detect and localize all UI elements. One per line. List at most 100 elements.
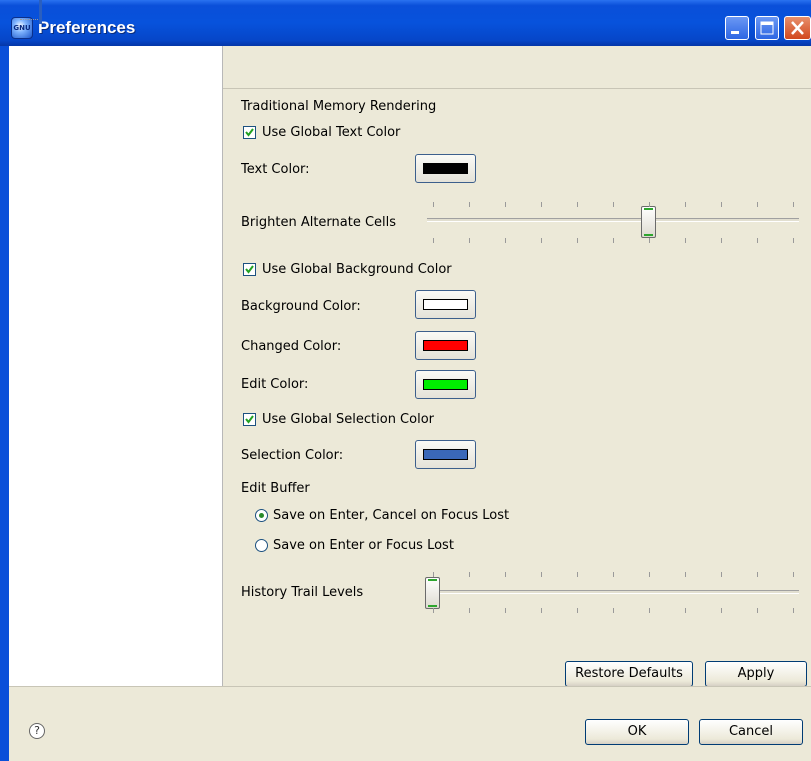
- ok-button[interactable]: OK: [585, 719, 689, 745]
- tree-connector: [20, 19, 40, 20]
- changed-color-label: Changed Color:: [241, 339, 342, 354]
- brighten-alternate-cells-tick: [721, 202, 722, 207]
- maximize-button[interactable]: [755, 16, 779, 40]
- use-global-background-color-checkbox[interactable]: [243, 263, 256, 276]
- history-trail-levels-tick: [613, 572, 614, 577]
- history-trail-levels-tick: [793, 572, 794, 577]
- history-trail-levels-tick: [433, 572, 434, 577]
- history-trail-levels-tick: [505, 572, 506, 577]
- history-trail-levels-tick: [541, 608, 542, 613]
- use-global-text-color-checkbox[interactable]: [243, 126, 256, 139]
- edit-buffer-radio-save-enter-cancel-focus[interactable]: [255, 509, 268, 522]
- edit-buffer-option-2-label: Save on Enter or Focus Lost: [273, 538, 454, 553]
- edit-buffer-radio-save-enter-or-focus[interactable]: [255, 539, 268, 552]
- history-trail-levels-tick: [649, 608, 650, 613]
- use-global-selection-color-label: Use Global Selection Color: [262, 412, 435, 427]
- history-trail-levels-tick: [757, 608, 758, 613]
- minimize-button[interactable]: [725, 16, 749, 40]
- text-color-swatch: [423, 163, 468, 174]
- brighten-alternate-cells-tick: [505, 202, 506, 207]
- window-title: Preferences: [38, 18, 136, 37]
- brighten-alternate-cells-label: Brighten Alternate Cells: [241, 215, 397, 230]
- history-trail-levels-tick: [685, 608, 686, 613]
- page-header: [223, 46, 811, 89]
- edit-color-button[interactable]: [415, 370, 476, 399]
- preference-page: [223, 46, 811, 738]
- use-global-background-color-label: Use Global Background Color: [262, 262, 452, 277]
- history-trail-levels-tick: [793, 608, 794, 613]
- history-trail-levels-tick: [685, 572, 686, 577]
- selection-color-button[interactable]: [415, 440, 476, 469]
- brighten-alternate-cells-tick: [469, 202, 470, 207]
- brighten-alternate-cells-tick: [793, 202, 794, 207]
- maximize-icon: [760, 21, 774, 35]
- brighten-alternate-cells-tick: [649, 202, 650, 207]
- edit-buffer-label: Edit Buffer: [241, 481, 310, 496]
- history-trail-levels-tick: [757, 572, 758, 577]
- text-color-label: Text Color:: [241, 162, 310, 177]
- brighten-alternate-cells-tick: [433, 238, 434, 243]
- checkmark-icon: [245, 128, 254, 137]
- close-button[interactable]: [784, 16, 811, 40]
- history-trail-levels-slider-track[interactable]: [427, 590, 799, 594]
- use-global-text-color-label: Use Global Text Color: [262, 125, 401, 140]
- brighten-alternate-cells-slider-track[interactable]: [427, 218, 799, 222]
- history-trail-levels-tick: [433, 608, 434, 613]
- brighten-alternate-cells-tick: [541, 202, 542, 207]
- app-icon: GNU: [11, 17, 33, 39]
- restore-defaults-button[interactable]: Restore Defaults: [565, 661, 693, 687]
- edit-color-label: Edit Color:: [241, 377, 309, 392]
- brighten-alternate-cells-tick: [613, 238, 614, 243]
- background-color-button[interactable]: [415, 290, 476, 319]
- brighten-alternate-cells-tick: [541, 238, 542, 243]
- apply-button[interactable]: Apply: [705, 661, 807, 687]
- brighten-alternate-cells-tick: [685, 202, 686, 207]
- tree-selection-cursor: [39, 0, 42, 24]
- history-trail-levels-tick: [541, 572, 542, 577]
- history-trail-levels-label: History Trail Levels: [241, 585, 364, 600]
- brighten-alternate-cells-slider-thumb[interactable]: [641, 206, 656, 238]
- history-trail-levels-tick: [649, 572, 650, 577]
- history-trail-levels-tick: [613, 608, 614, 613]
- history-trail-levels-tick: [469, 572, 470, 577]
- background-color-swatch: [423, 299, 468, 310]
- history-trail-levels-slider-thumb[interactable]: [425, 577, 440, 609]
- minimize-icon: [731, 31, 739, 34]
- window-left-border: [0, 46, 9, 761]
- section-title: Traditional Memory Rendering: [241, 99, 437, 114]
- edit-buffer-option-1-label: Save on Enter, Cancel on Focus Lost: [273, 508, 510, 523]
- brighten-alternate-cells-tick: [433, 202, 434, 207]
- history-trail-levels-tick: [577, 608, 578, 613]
- cancel-button[interactable]: Cancel: [699, 719, 803, 745]
- history-trail-levels-tick: [505, 608, 506, 613]
- brighten-alternate-cells-tick: [793, 238, 794, 243]
- background-color-label: Background Color:: [241, 299, 361, 314]
- text-color-button[interactable]: [415, 154, 476, 183]
- brighten-alternate-cells-tick: [577, 202, 578, 207]
- edit-color-swatch: [423, 379, 468, 390]
- changed-color-button[interactable]: [415, 331, 476, 360]
- brighten-alternate-cells-tick: [505, 238, 506, 243]
- changed-color-swatch: [423, 340, 468, 351]
- brighten-alternate-cells-tick: [469, 238, 470, 243]
- close-icon: [791, 21, 804, 35]
- preference-tree[interactable]: [9, 46, 223, 738]
- use-global-selection-color-checkbox[interactable]: [243, 413, 256, 426]
- history-trail-levels-tick: [469, 608, 470, 613]
- checkmark-icon: [245, 415, 254, 424]
- help-icon[interactable]: ?: [29, 723, 45, 739]
- history-trail-levels-tick: [721, 608, 722, 613]
- history-trail-levels-tick: [721, 572, 722, 577]
- history-trail-levels-tick: [577, 572, 578, 577]
- brighten-alternate-cells-tick: [721, 238, 722, 243]
- brighten-alternate-cells-tick: [757, 202, 758, 207]
- checkmark-icon: [245, 265, 254, 274]
- brighten-alternate-cells-tick: [613, 202, 614, 207]
- selection-color-swatch: [423, 449, 468, 460]
- brighten-alternate-cells-tick: [685, 238, 686, 243]
- selection-color-label: Selection Color:: [241, 448, 344, 463]
- brighten-alternate-cells-tick: [757, 238, 758, 243]
- dialog-footer: [9, 686, 811, 761]
- brighten-alternate-cells-tick: [649, 238, 650, 243]
- radio-selected-dot: [259, 513, 264, 518]
